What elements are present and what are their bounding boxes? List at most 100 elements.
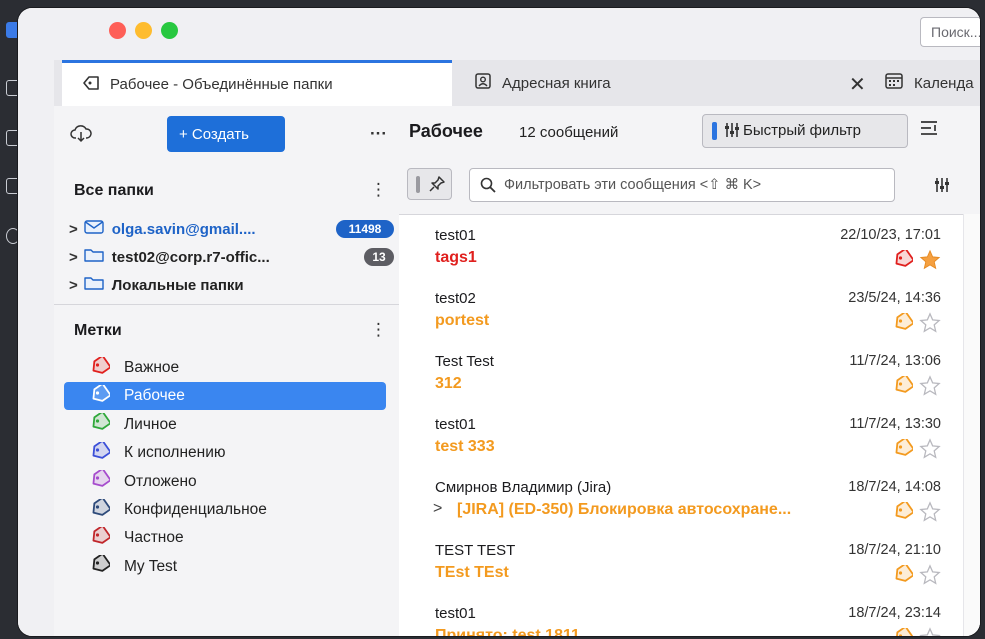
tag-label: К исполнению [124, 444, 226, 462]
tag-label: My Test [124, 557, 178, 575]
tags-heading: Метки [74, 322, 122, 339]
star-icon[interactable] [919, 627, 941, 636]
message-row[interactable]: Test Test 11/7/24, 13:06 312 [399, 341, 961, 405]
zoom-window-button[interactable] [161, 22, 178, 39]
tags-menu-icon[interactable]: ⋮ [370, 320, 387, 340]
tag-item[interactable]: Важное [64, 354, 386, 382]
tag-icon [90, 524, 112, 550]
tag-item[interactable]: Рабочее [64, 382, 386, 411]
toggle-indicator [416, 176, 420, 193]
chevron-right-icon[interactable]: > [69, 221, 78, 238]
message-list-scrollbar[interactable] [963, 214, 980, 636]
message-subject: portest [435, 312, 490, 329]
tag-item[interactable]: My Test [64, 553, 386, 581]
minimize-window-button[interactable] [135, 22, 152, 39]
tab-work-unified[interactable]: Рабочее - Объединённые папки [62, 60, 452, 106]
tag-label: Отложено [124, 472, 197, 490]
tag-item[interactable]: К исполнению [64, 439, 386, 467]
message-sender: test01 [435, 227, 476, 244]
message-date: 18/7/24, 21:10 [848, 542, 941, 558]
message-row[interactable]: test01 18/7/24, 23:14 Принято: test 1811 [399, 593, 961, 636]
tab-address-book[interactable]: Адресная книга [474, 60, 834, 106]
tag-item[interactable]: Отложено [64, 467, 386, 496]
message-row[interactable]: test02 23/5/24, 14:36 portest [399, 278, 961, 342]
star-icon[interactable] [919, 564, 941, 591]
folder-name: test02@corp.r7-offic... [111, 248, 270, 266]
tag-icon [90, 439, 112, 465]
calendar-icon [884, 72, 904, 94]
pin-filter-button[interactable] [407, 168, 452, 200]
tag-icon [90, 354, 112, 380]
tag-icon [893, 562, 915, 588]
star-icon[interactable] [919, 501, 941, 528]
message-row[interactable]: test01 22/10/23, 17:01 tags1 [399, 215, 961, 279]
tag-icon [893, 625, 915, 636]
folder-title: Рабочее [409, 121, 483, 141]
folder-row-olga[interactable]: > olga.savin@gmail.... [69, 216, 256, 242]
star-icon[interactable] [919, 249, 941, 276]
filter-options-icon[interactable] [934, 176, 950, 197]
tag-icon [82, 75, 100, 95]
tag-icon [90, 553, 112, 578]
folders-menu-icon[interactable]: ⋮ [370, 180, 387, 200]
message-sender: Test Test [435, 353, 494, 370]
tag-label: Важное [124, 359, 180, 376]
message-date: 18/7/24, 23:14 [848, 605, 941, 621]
search-icon [480, 177, 496, 197]
list-display-options-icon[interactable] [919, 118, 939, 143]
message-count: 12 сообщений [519, 124, 619, 141]
filter-messages-input[interactable]: Фильтровать эти сообщения <⇧ ⌘ K> [469, 168, 895, 202]
star-icon[interactable] [919, 438, 941, 465]
tag-label: Личное [124, 415, 177, 433]
tag-icon [893, 310, 915, 336]
folder-name: Локальные папки [111, 276, 244, 294]
close-window-button[interactable] [109, 22, 126, 39]
tag-item[interactable]: Частное [64, 524, 386, 552]
tag-icon [90, 411, 112, 436]
message-subject: tags1 [435, 249, 477, 266]
global-search-input[interactable]: Поиск... [920, 17, 980, 47]
message-list-pane: Рабочее 12 сообщений Быстрый фильтр Филь… [399, 106, 980, 636]
chevron-right-icon[interactable]: > [69, 249, 78, 266]
get-messages-icon[interactable] [70, 124, 92, 149]
quick-filter-button[interactable]: Быстрый фильтр [702, 114, 908, 148]
address-book-icon [474, 72, 492, 94]
unread-count-badge: 11498 [336, 220, 394, 238]
message-sender: test01 [435, 416, 476, 433]
create-button[interactable]: + Создать [167, 116, 285, 152]
message-row[interactable]: test01 11/7/24, 13:30 test 333 [399, 404, 961, 468]
email-account-icon [84, 219, 104, 239]
message-date: 18/7/24, 14:08 [848, 479, 941, 495]
tag-icon [893, 436, 915, 462]
message-date: 11/7/24, 13:30 [849, 416, 941, 432]
message-row[interactable]: Смирнов Владимир (Jira) 18/7/24, 14:08 > [J… [399, 467, 961, 531]
close-icon[interactable]: ✕ [849, 72, 866, 97]
message-date: 11/7/24, 13:06 [849, 353, 941, 369]
chevron-right-icon[interactable]: > [69, 277, 78, 294]
message-sender: TEST TEST [435, 542, 516, 559]
tag-icon [90, 467, 112, 493]
sliders-icon [724, 121, 740, 142]
more-options-icon[interactable]: ··· [370, 124, 387, 144]
thread-expand-icon[interactable]: > [433, 500, 442, 518]
tag-label: Рабочее [124, 387, 185, 405]
tag-label: Частное [124, 529, 184, 547]
tag-icon [893, 247, 915, 273]
folder-row-local[interactable]: > Локальные папки [69, 272, 244, 298]
tag-item[interactable]: Конфиденциальное [64, 496, 386, 524]
tag-icon [893, 373, 915, 399]
folder-row-test02[interactable]: > test02@corp.r7-offic... [69, 244, 270, 270]
tab-calendar[interactable]: Календа [884, 60, 980, 106]
message-date: 22/10/23, 17:01 [840, 227, 941, 243]
message-sender: Смирнов Владимир (Jira) [435, 479, 612, 496]
message-date: 23/5/24, 14:36 [848, 290, 941, 306]
tag-item[interactable]: Личное [64, 411, 386, 439]
message-subject: [JIRA] (ED-350) Блокировка автосохране..… [457, 501, 792, 518]
message-list-header: Рабочее 12 сообщений Быстрый фильтр [399, 106, 980, 154]
spaces-toolbar [18, 8, 55, 636]
message-sender: test02 [435, 290, 476, 307]
star-icon[interactable] [919, 312, 941, 339]
message-row[interactable]: TEST TEST 18/7/24, 21:10 TEst TEst [399, 530, 961, 594]
star-icon[interactable] [919, 375, 941, 402]
tab-label: Адресная книга [502, 74, 611, 92]
